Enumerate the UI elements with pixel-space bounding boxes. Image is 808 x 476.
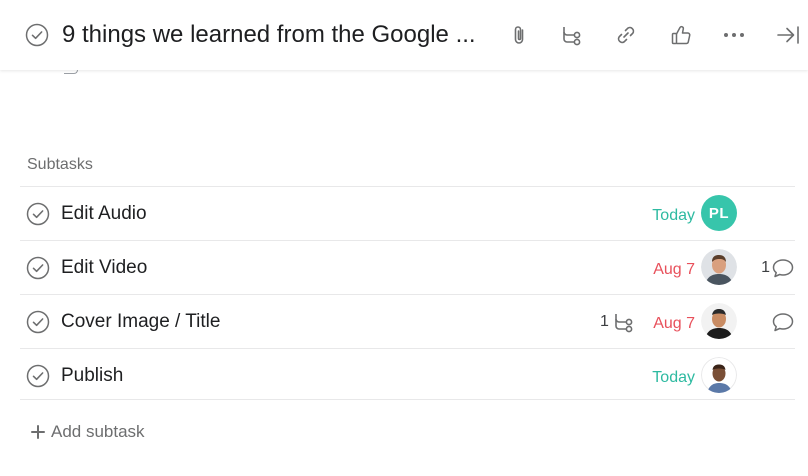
add-subtask-button[interactable]: Add subtask xyxy=(30,421,145,443)
mark-complete-button[interactable] xyxy=(25,23,49,47)
comments-button[interactable] xyxy=(771,310,795,334)
due-date[interactable]: Today xyxy=(652,206,695,226)
subtask-complete-button[interactable] xyxy=(26,202,50,226)
assignee-avatar[interactable] xyxy=(701,249,737,285)
due-date[interactable]: Aug 7 xyxy=(653,260,695,280)
subtask-name[interactable]: Edit Video xyxy=(61,256,147,280)
assignee-avatar[interactable] xyxy=(701,357,737,393)
more-actions-button[interactable] xyxy=(719,20,749,50)
more-icon xyxy=(724,33,744,37)
subtasks-divider xyxy=(20,399,795,400)
due-date[interactable]: Today xyxy=(652,368,695,388)
like-button[interactable] xyxy=(666,20,696,50)
comment-icon xyxy=(772,259,794,278)
subtask-icon xyxy=(563,27,581,46)
nested-subtask-count: 1 xyxy=(600,313,609,330)
close-details-button[interactable] xyxy=(773,20,803,50)
plus-icon xyxy=(31,425,45,439)
check-circle-icon xyxy=(26,256,50,280)
subtask-row[interactable]: Cover Image / Title 1 Aug 7 xyxy=(20,294,795,348)
avatar-photo-icon xyxy=(701,249,737,285)
subtask-name[interactable]: Edit Audio xyxy=(61,202,147,226)
check-circle-icon xyxy=(25,23,49,47)
comment-icon xyxy=(772,313,794,332)
nested-subtasks-button[interactable]: 1 xyxy=(600,310,636,334)
subtask-complete-button[interactable] xyxy=(26,256,50,280)
link-icon xyxy=(617,26,635,44)
close-pane-icon xyxy=(777,26,799,44)
assignee-avatar[interactable]: PL xyxy=(701,195,737,231)
task-header: 9 things we learned from the Google ... xyxy=(0,0,808,70)
copy-link-button[interactable] xyxy=(611,20,641,50)
add-subtask-label: Add subtask xyxy=(51,422,145,441)
subtask-name[interactable]: Publish xyxy=(61,364,123,388)
subtask-row[interactable]: Edit Video Aug 7 1 xyxy=(20,240,795,294)
subtask-complete-button[interactable] xyxy=(26,364,50,388)
avatar-photo-icon xyxy=(701,357,737,393)
subtask-icon xyxy=(615,314,633,333)
subtask-row[interactable]: Edit Audio Today PL xyxy=(20,186,795,240)
assignee-avatar[interactable] xyxy=(701,303,737,339)
attach-button[interactable] xyxy=(504,20,534,50)
subtask-row[interactable]: Publish Today xyxy=(20,348,795,402)
check-circle-icon xyxy=(26,364,50,388)
task-title[interactable]: 9 things we learned from the Google ... xyxy=(62,19,482,51)
check-circle-icon xyxy=(26,202,50,226)
comments-button[interactable]: 1 xyxy=(761,256,795,280)
subtask-complete-button[interactable] xyxy=(26,310,50,334)
paperclip-icon xyxy=(514,26,524,44)
comment-count: 1 xyxy=(761,259,770,276)
check-circle-icon xyxy=(26,310,50,334)
avatar-photo-icon xyxy=(701,303,737,339)
scrolled-content-remnant xyxy=(64,70,78,74)
subtasks-heading: Subtasks xyxy=(27,156,93,173)
due-date[interactable]: Aug 7 xyxy=(653,314,695,334)
thumbs-up-icon xyxy=(671,25,691,45)
subtask-name[interactable]: Cover Image / Title xyxy=(61,310,220,334)
add-subtask-header-button[interactable] xyxy=(557,20,587,50)
